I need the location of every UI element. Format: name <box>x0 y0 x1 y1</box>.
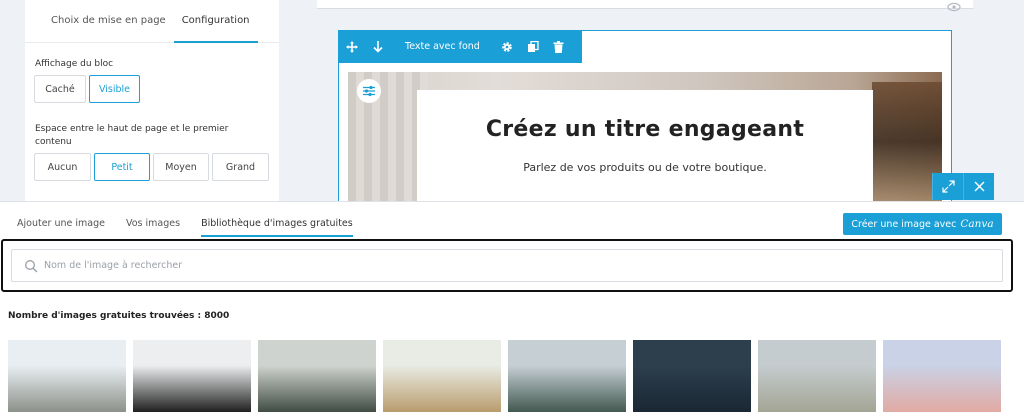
settings-tabs: Choix de mise en page Configuration <box>25 0 279 43</box>
arrow-down-icon[interactable] <box>371 40 385 54</box>
canva-button-label: Créer une image avec <box>851 218 957 230</box>
gear-icon[interactable] <box>500 40 514 54</box>
search-highlight <box>1 239 1013 292</box>
search-input[interactable] <box>44 260 944 271</box>
tab-free-library[interactable]: Bibliothèque d'images gratuites <box>201 218 353 237</box>
tab-add-image[interactable]: Ajouter une image <box>17 218 105 237</box>
block-type-title: Texte avec fond <box>405 41 480 52</box>
display-option-visible[interactable]: Visible <box>89 75 140 103</box>
display-option-hidden[interactable]: Caché <box>34 75 86 103</box>
spacing-option-large[interactable]: Grand <box>212 153 269 181</box>
image-settings-button[interactable] <box>357 79 381 103</box>
spacing-label: Espace entre le haut de page et le premi… <box>35 124 229 147</box>
spacing-option-none[interactable]: Aucun <box>34 153 91 181</box>
expand-button[interactable] <box>932 173 963 200</box>
image-thumbnail[interactable] <box>883 340 1001 412</box>
image-thumbnail[interactable] <box>383 340 501 412</box>
thumbnail-grid <box>8 340 1001 412</box>
previous-block-edge <box>317 0 973 9</box>
display-toggle: Caché Visible <box>34 75 140 103</box>
duplicate-icon[interactable] <box>526 40 540 54</box>
close-button[interactable] <box>963 173 994 200</box>
tab-configuration[interactable]: Configuration <box>173 0 258 43</box>
display-label: Affichage du bloc <box>35 59 114 69</box>
spacing-option-small[interactable]: Petit <box>94 153 150 181</box>
library-tabs: Ajouter une image Vos images Bibliothèqu… <box>17 218 353 237</box>
close-icon <box>974 181 984 192</box>
move-icon[interactable] <box>345 40 359 54</box>
search-box <box>11 249 1003 282</box>
expand-icon <box>941 180 955 193</box>
block-subtitle[interactable]: Parlez de vos produits ou de votre bouti… <box>417 161 873 174</box>
eye-icon[interactable] <box>947 2 961 12</box>
trash-icon[interactable] <box>552 40 566 54</box>
block-toolbar: Texte avec fond <box>338 30 582 63</box>
search-icon <box>25 259 38 272</box>
result-count: Nombre d'images gratuites trouvées : 800… <box>8 311 230 321</box>
image-thumbnail[interactable] <box>508 340 626 412</box>
image-thumbnail[interactable] <box>258 340 376 412</box>
tab-your-images[interactable]: Vos images <box>126 218 180 237</box>
image-library-panel: Ajouter une image Vos images Bibliothèqu… <box>0 201 1024 412</box>
image-thumbnail[interactable] <box>633 340 751 412</box>
image-thumbnail[interactable] <box>133 340 251 412</box>
image-thumbnail[interactable] <box>758 340 876 412</box>
tab-layout-choice[interactable]: Choix de mise en page <box>43 0 174 43</box>
block-settings-panel: Choix de mise en page Configuration Affi… <box>25 0 279 201</box>
editor-page: Choix de mise en page Configuration Affi… <box>0 0 1024 412</box>
spacing-option-medium[interactable]: Moyen <box>153 153 209 181</box>
canva-logo: Canva <box>960 218 994 230</box>
panel-controls <box>932 173 994 200</box>
sliders-icon <box>363 85 375 97</box>
image-thumbnail[interactable] <box>8 340 126 412</box>
text-card: Créez un titre engageant Parlez de vos p… <box>417 90 873 202</box>
spacing-options: Aucun Petit Moyen Grand <box>34 153 269 181</box>
create-with-canva-button[interactable]: Créer une image avec Canva <box>843 213 1002 235</box>
block-heading[interactable]: Créez un titre engageant <box>417 117 873 142</box>
